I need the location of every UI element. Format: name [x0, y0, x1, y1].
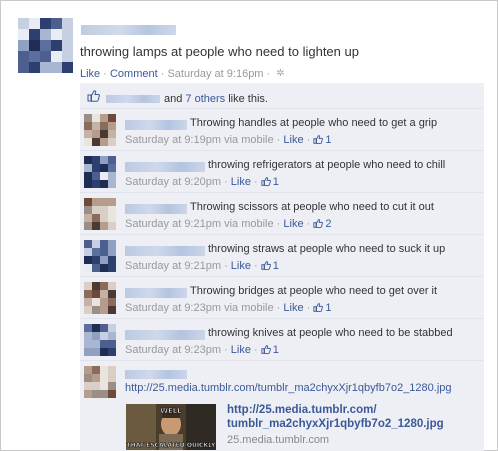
link-url[interactable]: http://25.media.tumblr.com/tumblr_ma2chy… — [125, 382, 452, 394]
comment-like-count[interactable]: 1 — [313, 134, 331, 146]
likes-summary: and 7 others like this. — [80, 83, 484, 109]
meme-bottom-text: THAT ESCALATED QUICKLY — [127, 442, 216, 449]
commenter-name-redacted[interactable] — [125, 330, 205, 340]
comment-item: throwing straws at people who need to su… — [80, 235, 484, 277]
comment-timestamp[interactable]: Saturday at 9:19pm — [125, 134, 221, 146]
post-text: throwing lamps at people who need to lig… — [80, 44, 359, 59]
separator: · — [160, 68, 165, 80]
thumbs-up-icon — [313, 303, 324, 312]
comment-item: Throwing scissors at people who need to … — [80, 193, 484, 235]
link-preview-title[interactable]: http://25.media.tumblr.com/ tumblr_ma2ch… — [227, 403, 444, 431]
comment-timestamp[interactable]: Saturday at 9:23pm — [125, 302, 221, 314]
likes-text: and 7 others like this. — [164, 93, 268, 105]
commenter-name-redacted[interactable] — [125, 120, 187, 130]
comment-timestamp[interactable]: Saturday at 9:21pm — [125, 260, 221, 272]
comment-like-count[interactable]: 1 — [261, 344, 279, 356]
comment-meta: Saturday at 9:21pm via mobile · Like · 2 — [125, 218, 332, 230]
comment-like-link[interactable]: Like — [283, 302, 303, 314]
commenter-avatar[interactable] — [84, 114, 116, 146]
comment-like-count[interactable]: 2 — [313, 218, 331, 230]
comment-meta: Saturday at 9:23pm via mobile · Like · 1 — [125, 302, 332, 314]
privacy-gear-icon[interactable]: ✲ — [276, 69, 286, 79]
poster-name-redacted[interactable] — [81, 25, 176, 35]
comment-like-link[interactable]: Like — [231, 260, 251, 272]
commenter-avatar[interactable] — [84, 156, 116, 188]
commenter-avatar[interactable] — [84, 366, 116, 398]
link-preview-image[interactable]: WELL THAT ESCALATED QUICKLY — [126, 404, 216, 450]
facebook-post: throwing lamps at people who need to lig… — [0, 0, 498, 451]
meme-image: WELL THAT ESCALATED QUICKLY — [126, 404, 216, 450]
via-mobile: via mobile — [224, 134, 274, 146]
poster-avatar[interactable] — [18, 18, 73, 73]
via-mobile: via mobile — [224, 218, 274, 230]
commenter-name-redacted[interactable] — [125, 246, 205, 256]
commenter-name-redacted[interactable] — [125, 288, 187, 298]
via-mobile: via mobile — [224, 302, 274, 314]
comment-like-link[interactable]: Like — [283, 218, 303, 230]
comment-meta: Saturday at 9:21pm · Like · 1 — [125, 260, 279, 272]
comment-like-link[interactable]: Like — [231, 176, 251, 188]
liker-name-redacted[interactable] — [106, 95, 160, 103]
commenter-name-redacted[interactable] — [125, 370, 187, 379]
comment-timestamp[interactable]: Saturday at 9:20pm — [125, 176, 221, 188]
comments-section: and 7 others like this. Throwing handles… — [80, 83, 484, 451]
commenter-avatar[interactable] — [84, 240, 116, 272]
comment-text: throwing refrigerators at people who nee… — [208, 159, 446, 171]
comment-item: throwing refrigerators at people who nee… — [80, 151, 484, 193]
meme-top-text: WELL — [160, 407, 182, 415]
comment-timestamp[interactable]: Saturday at 9:21pm — [125, 218, 221, 230]
comment-link[interactable]: Comment — [110, 68, 158, 80]
comment-meta: Saturday at 9:23pm · Like · 1 — [125, 344, 279, 356]
thumbs-up-icon — [261, 345, 271, 354]
others-link[interactable]: 7 others — [185, 93, 225, 105]
comment-like-link[interactable]: Like — [283, 134, 303, 146]
comment-like-link[interactable]: Like — [231, 344, 251, 356]
comment-item: Throwing bridges at people who need to g… — [80, 277, 484, 319]
comment-like-count[interactable]: 1 — [313, 302, 331, 314]
thumbs-up-icon — [261, 177, 271, 186]
separator: · — [266, 68, 271, 80]
commenter-avatar[interactable] — [84, 198, 116, 230]
comment-like-count[interactable]: 1 — [261, 176, 279, 188]
post-timestamp[interactable]: Saturday at 9:16pm — [167, 68, 263, 80]
comment-text: throwing knives at people who need to be… — [208, 327, 453, 339]
comment-text: Throwing scissors at people who need to … — [190, 201, 434, 213]
post-actions: Like · Comment · Saturday at 9:16pm · ✲ — [80, 68, 286, 80]
comment-meta: Saturday at 9:20pm · Like · 1 — [125, 176, 279, 188]
thumbs-up-icon — [87, 90, 100, 102]
thumbs-up-icon — [261, 261, 271, 270]
thumbs-up-icon — [313, 219, 324, 228]
link-preview-domain: 25.media.tumblr.com — [227, 434, 330, 446]
commenter-avatar[interactable] — [84, 282, 116, 314]
commenter-avatar[interactable] — [84, 324, 116, 356]
comment-like-count[interactable]: 1 — [261, 260, 279, 272]
commenter-name-redacted[interactable] — [125, 204, 187, 214]
thumbs-up-icon — [313, 135, 324, 144]
comment-text: throwing straws at people who need to su… — [208, 243, 446, 255]
comment-timestamp[interactable]: Saturday at 9:23pm — [125, 344, 221, 356]
comment-item: Throwing handles at people who need to g… — [80, 109, 484, 151]
comment-text: Throwing bridges at people who need to g… — [190, 285, 438, 297]
like-link[interactable]: Like — [80, 68, 100, 80]
comment-text: Throwing handles at people who need to g… — [190, 117, 438, 129]
comment-item: throwing knives at people who need to be… — [80, 319, 484, 361]
separator: · — [103, 68, 107, 80]
comment-meta: Saturday at 9:19pm via mobile · Like · 1 — [125, 134, 332, 146]
commenter-name-redacted[interactable] — [125, 162, 205, 172]
